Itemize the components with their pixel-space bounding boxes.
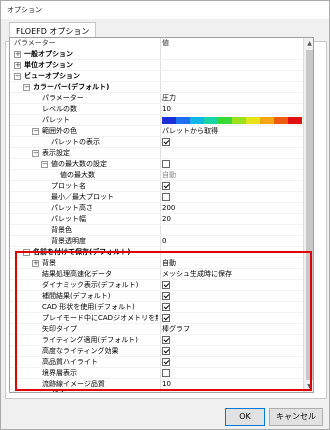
property-row[interactable]: パレット	[10, 115, 303, 126]
scroll-up-arrow-icon[interactable]: ▲	[304, 38, 313, 49]
property-row[interactable]: 境界層表示	[10, 368, 303, 379]
collapse-icon[interactable]: −	[41, 161, 48, 168]
property-row[interactable]: ダイナミック表示(デフォルト)	[10, 280, 303, 291]
checked-checkbox-icon[interactable]	[162, 292, 170, 300]
palette-color-cell	[190, 117, 204, 124]
checked-checkbox-icon[interactable]	[162, 347, 170, 355]
unchecked-checkbox-icon[interactable]	[162, 193, 170, 201]
property-value[interactable]	[162, 390, 302, 392]
property-row[interactable]: − カラーバー(デフォルト)	[10, 82, 303, 93]
palette-color-cell	[246, 117, 260, 124]
property-row[interactable]: プレイモード中にCADジオメトリを無効	[10, 313, 303, 324]
palette-color-cell	[288, 117, 302, 124]
palette-color-cell	[162, 117, 176, 124]
property-row[interactable]: パレットの表示	[10, 137, 303, 148]
checked-checkbox-icon[interactable]	[162, 303, 170, 311]
property-row[interactable]: パレット幅 20	[10, 214, 303, 225]
checked-checkbox-icon[interactable]	[162, 138, 170, 146]
vertical-scrollbar[interactable]: ▲ ▼	[303, 38, 313, 392]
checked-checkbox-icon[interactable]	[162, 336, 170, 344]
expand-icon[interactable]: +	[15, 392, 21, 393]
collapse-icon[interactable]: −	[14, 73, 21, 80]
unchecked-checkbox-icon[interactable]	[162, 369, 170, 377]
property-row[interactable]: + 一般オプション	[10, 49, 303, 60]
property-row[interactable]: 結果処理高速化データ メッシュ生成時に保存	[10, 269, 303, 280]
options-dialog: オプション FLOEFD オプション パラメーター 値 + 一般オプション + 単位オ…	[0, 0, 330, 430]
scroll-down-arrow-icon[interactable]: ▼	[304, 381, 313, 392]
expand-icon[interactable]: +	[14, 62, 21, 69]
property-row[interactable]: パレット高さ 200	[10, 203, 303, 214]
property-row[interactable]: +メッシュ設定	[10, 390, 303, 393]
property-row[interactable]: 矢印タイプ 棒グラフ	[10, 324, 303, 335]
property-row[interactable]: レベルの数 10	[10, 104, 303, 115]
property-row[interactable]: − 値の最大数の設定	[10, 159, 303, 170]
collapse-icon[interactable]: −	[23, 84, 30, 91]
checked-checkbox-icon[interactable]	[162, 281, 170, 289]
palette-color-cell	[260, 117, 274, 124]
property-row[interactable]: 背景色	[10, 225, 303, 236]
property-row[interactable]: 値の最大数 自動	[10, 170, 303, 181]
scroll-thumb[interactable]	[306, 50, 313, 380]
property-row[interactable]: 流跡線イメージ品質 10	[10, 379, 303, 390]
checked-checkbox-icon[interactable]	[162, 358, 170, 366]
property-row[interactable]: + 背景 自動	[10, 258, 303, 269]
property-row[interactable]: 高品質ハイライト	[10, 357, 303, 368]
unchecked-checkbox-icon[interactable]	[162, 160, 170, 168]
grid-header: パラメーター 値	[10, 38, 303, 49]
property-row[interactable]: CAD 形状を使用(デフォルト)	[10, 302, 303, 313]
property-row[interactable]: パラメーター 圧力	[10, 93, 303, 104]
property-row[interactable]: − 表示設定	[10, 148, 303, 159]
collapse-icon[interactable]: −	[23, 249, 30, 256]
property-row[interactable]: 背景透明度 0	[10, 236, 303, 247]
collapse-icon[interactable]: −	[32, 150, 39, 157]
expand-icon[interactable]: +	[14, 51, 21, 58]
cancel-button[interactable]: キャンセル	[269, 408, 323, 426]
header-parameter: パラメーター	[14, 39, 56, 47]
palette-color-cell	[204, 117, 218, 124]
window-title: オプション	[1, 1, 329, 19]
checked-checkbox-icon[interactable]	[162, 314, 170, 322]
property-row[interactable]: 高度なライティング効果	[10, 346, 303, 357]
property-row[interactable]: − 名前を付けて保存(デフォルト)	[10, 247, 303, 258]
checked-checkbox-icon[interactable]	[162, 182, 170, 190]
palette-color-cell	[218, 117, 232, 124]
property-name: メッシュ設定	[24, 390, 158, 392]
palette-color-cell	[176, 117, 190, 124]
property-row[interactable]: − ビューオプション	[10, 71, 303, 82]
property-row[interactable]: − 範囲外の色 パレットから取得	[10, 126, 303, 137]
property-row[interactable]: プロット名	[10, 181, 303, 192]
collapse-icon[interactable]: −	[32, 128, 39, 135]
property-grid: パラメーター 値 + 一般オプション + 単位オプション − ビューオプション − カラーバー…	[9, 37, 314, 393]
property-row[interactable]: 最小／最大プロット	[10, 192, 303, 203]
property-row[interactable]: ライティング適用(デフォルト)	[10, 335, 303, 346]
palette-color-cell	[274, 117, 288, 124]
ok-button[interactable]: OK	[225, 408, 265, 426]
header-value: 値	[162, 39, 169, 47]
palette-color-cell	[232, 117, 246, 124]
expand-icon[interactable]: +	[32, 260, 39, 267]
property-row[interactable]: 補間結果(デフォルト)	[10, 291, 303, 302]
property-row[interactable]: + 単位オプション	[10, 60, 303, 71]
